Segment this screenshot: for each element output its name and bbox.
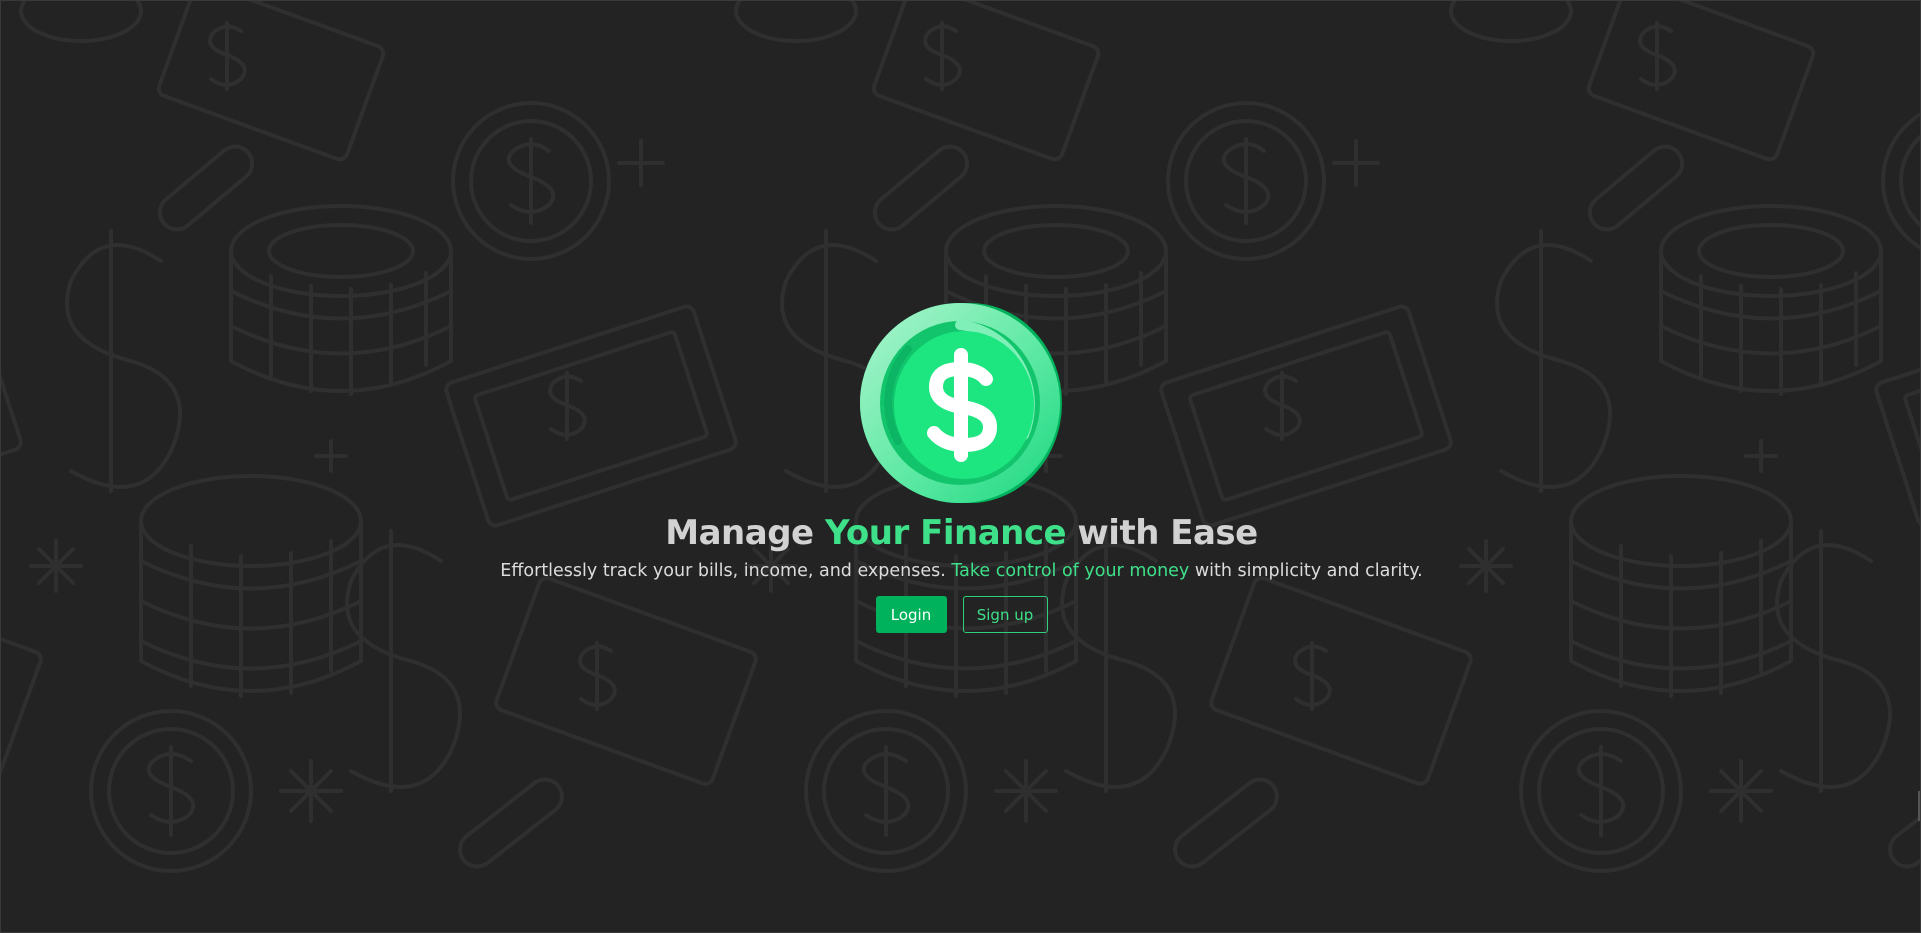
- app-window: Manage Your Finance with Ease Effortless…: [0, 0, 1921, 933]
- tagline: Effortlessly track your bills, income, a…: [500, 559, 1422, 583]
- window-resize-handle[interactable]: [1918, 791, 1920, 821]
- tagline-part1: Effortlessly track your bills, income, a…: [500, 561, 952, 581]
- login-button[interactable]: Login: [875, 596, 947, 633]
- signup-button[interactable]: Sign up: [962, 596, 1048, 633]
- headline-part2: with Ease: [1066, 513, 1258, 553]
- hero-section: Manage Your Finance with Ease Effortless…: [1, 301, 1920, 633]
- headline-accent: Your Finance: [824, 513, 1067, 553]
- tagline-part2: with simplicity and clarity.: [1189, 561, 1423, 581]
- tagline-accent: Take control of your money: [951, 561, 1190, 581]
- dollar-coin-icon: [859, 303, 1062, 503]
- page-title: Manage Your Finance with Ease: [665, 513, 1258, 553]
- headline-part1: Manage: [665, 513, 825, 553]
- auth-actions: Login Sign up: [875, 596, 1048, 633]
